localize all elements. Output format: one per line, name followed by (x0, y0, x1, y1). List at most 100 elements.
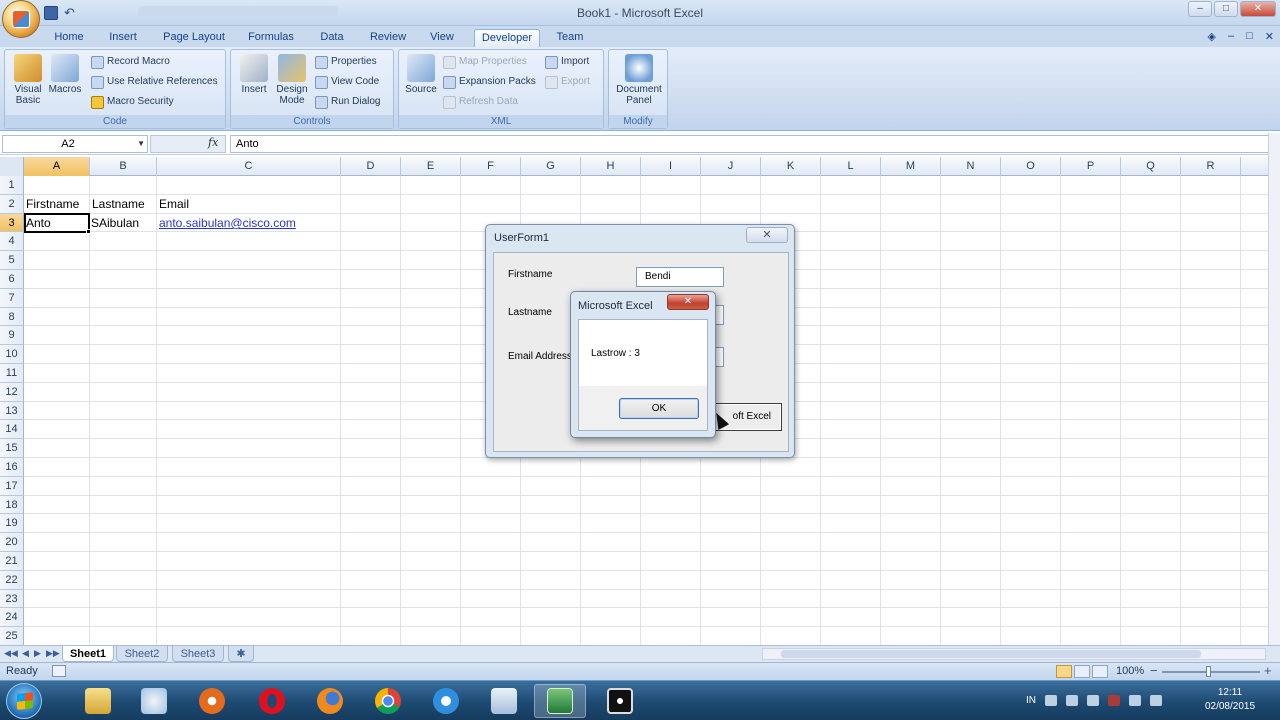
ribbon-restore-icon[interactable]: □ (1246, 30, 1253, 43)
vertical-scrollbar[interactable] (1268, 133, 1280, 647)
row-header[interactable]: 3 (0, 213, 24, 233)
tab-team[interactable]: Team (552, 29, 588, 47)
zoom-level[interactable]: 100% (1116, 665, 1144, 677)
row-header[interactable]: 14 (0, 420, 24, 440)
ribbon-minimize-icon[interactable]: – (1228, 30, 1234, 43)
macro-recording-icon[interactable] (52, 665, 66, 677)
row-header[interactable]: 2 (0, 194, 24, 214)
office-button[interactable] (2, 0, 40, 38)
sheet-tab-sheet3[interactable]: Sheet3 (172, 646, 224, 662)
tab-home[interactable]: Home (50, 29, 88, 47)
ribbon-close-icon[interactable]: ✕ (1265, 30, 1274, 43)
maximize-button[interactable]: □ (1214, 1, 1238, 17)
taskbar-paint[interactable] (128, 684, 180, 718)
import-button[interactable]: Import (545, 54, 589, 70)
select-all-corner[interactable] (0, 157, 24, 176)
network-icon[interactable] (1129, 695, 1141, 706)
prev-sheet-icon[interactable]: ◀ (22, 648, 29, 659)
source-button[interactable]: Source (403, 54, 439, 95)
show-hidden-icons-icon[interactable] (1045, 695, 1057, 706)
row-header[interactable]: 5 (0, 251, 24, 270)
tab-developer[interactable]: Developer (474, 29, 540, 47)
row-header[interactable]: 11 (0, 364, 24, 383)
horizontal-scroll-thumb[interactable] (781, 650, 1201, 658)
column-header[interactable]: G (521, 157, 581, 176)
cell-c3[interactable]: anto.saibulan@cisco.com (157, 214, 296, 232)
row-header[interactable]: 25 (0, 627, 24, 645)
row-header[interactable]: 19 (0, 514, 24, 534)
expansion-packs-button[interactable]: Expansion Packs (443, 74, 536, 90)
zoom-slider[interactable] (1162, 671, 1260, 673)
action-center-flag-icon[interactable] (1087, 695, 1099, 706)
clock[interactable]: 12:11 02/08/2015 (1198, 686, 1262, 714)
taskbar-camera[interactable] (594, 684, 646, 718)
tab-data[interactable]: Data (314, 29, 350, 47)
view-code-button[interactable]: View Code (315, 74, 379, 90)
name-box-dropdown-icon[interactable]: ▼ (137, 136, 145, 152)
insert-sheet-button[interactable]: ✱ (228, 646, 254, 662)
document-panel-button[interactable]: Document Panel (613, 54, 665, 106)
zoom-in-icon[interactable]: + (1264, 663, 1272, 678)
row-header[interactable]: 23 (0, 589, 24, 609)
tab-view[interactable]: View (424, 29, 460, 47)
row-header[interactable]: 9 (0, 326, 24, 346)
message-box-close-button[interactable]: ✕ (667, 294, 709, 310)
cell-a2[interactable]: Firstname (24, 195, 79, 213)
antivirus-icon[interactable] (1108, 695, 1120, 706)
cell-c2[interactable]: Email (157, 195, 189, 213)
row-header[interactable]: 16 (0, 458, 24, 477)
column-header[interactable]: E (401, 157, 461, 176)
use-relative-references-button[interactable]: Use Relative References (91, 74, 218, 90)
insert-function-icon[interactable]: fx (208, 136, 218, 149)
formula-input[interactable]: Anto (230, 135, 1276, 153)
taskbar-firefox[interactable] (304, 684, 356, 718)
column-header[interactable]: O (1001, 157, 1061, 176)
column-header[interactable]: R (1181, 157, 1241, 176)
tab-insert[interactable]: Insert (104, 29, 142, 47)
row-header[interactable]: 15 (0, 439, 24, 458)
column-header[interactable]: C (157, 157, 341, 176)
column-header[interactable]: P (1061, 157, 1121, 176)
column-header[interactable]: K (761, 157, 821, 176)
horizontal-scrollbar[interactable] (762, 648, 1266, 660)
export-button[interactable]: Export (545, 74, 590, 90)
column-header[interactable]: I (641, 157, 701, 176)
cell-b2[interactable]: Lastname (90, 195, 145, 213)
column-header[interactable]: M (881, 157, 941, 176)
last-sheet-icon[interactable]: ▶▶ (46, 648, 60, 659)
properties-button[interactable]: Properties (315, 54, 377, 70)
record-macro-button[interactable]: Record Macro (91, 54, 170, 70)
macro-security-button[interactable]: Macro Security (91, 94, 174, 110)
page-layout-view-icon[interactable] (1074, 665, 1090, 678)
map-properties-button[interactable]: Map Properties (443, 54, 527, 70)
page-break-view-icon[interactable] (1092, 665, 1108, 678)
design-mode-button[interactable]: Design Mode (273, 54, 311, 106)
refresh-data-button[interactable]: Refresh Data (443, 94, 518, 110)
sheet-tab-sheet2[interactable]: Sheet2 (116, 646, 168, 662)
taskbar-explorer[interactable] (72, 684, 124, 718)
taskbar-excel[interactable] (534, 684, 586, 718)
close-button[interactable]: ✕ (1240, 1, 1276, 17)
volume-icon[interactable] (1150, 695, 1162, 706)
column-header[interactable]: A (24, 157, 90, 176)
row-header[interactable]: 24 (0, 608, 24, 628)
visual-basic-button[interactable]: Visual Basic (9, 54, 47, 106)
row-header[interactable]: 13 (0, 401, 24, 421)
row-header[interactable]: 1 (0, 176, 24, 195)
column-header[interactable]: N (941, 157, 1001, 176)
taskbar-chrome[interactable] (362, 684, 414, 718)
taskbar-internet-explorer[interactable] (420, 684, 472, 718)
row-header[interactable]: 20 (0, 533, 24, 552)
sheet-tab-sheet1[interactable]: Sheet1 (62, 646, 114, 662)
taskbar-files[interactable] (478, 684, 530, 718)
zoom-out-icon[interactable]: − (1150, 663, 1158, 678)
column-header[interactable]: H (581, 157, 641, 176)
macros-button[interactable]: Macros (47, 54, 83, 95)
row-header[interactable]: 7 (0, 288, 24, 308)
tab-review[interactable]: Review (366, 29, 410, 47)
row-header[interactable]: 4 (0, 232, 24, 252)
first-sheet-icon[interactable]: ◀◀ (4, 648, 18, 659)
help-icon[interactable]: ◈ (1208, 30, 1216, 43)
firstname-input[interactable]: Bendi (636, 267, 724, 287)
row-header[interactable]: 18 (0, 495, 24, 515)
